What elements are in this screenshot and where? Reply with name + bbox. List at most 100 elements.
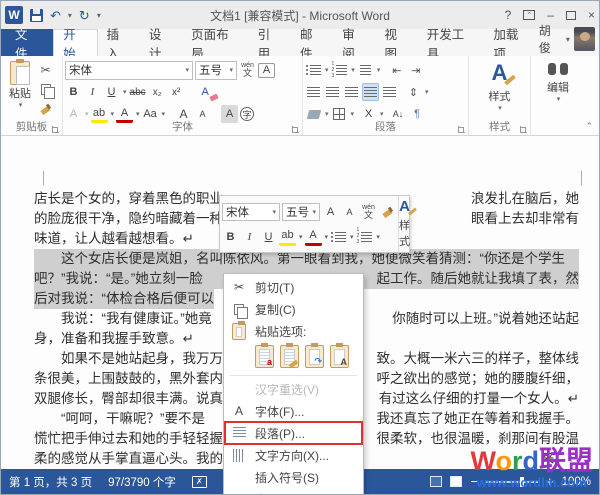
styles-button-label[interactable]: 样式 — [489, 88, 511, 104]
tab-addins[interactable]: 加载项 — [484, 29, 538, 56]
underline-button[interactable]: U — [103, 83, 120, 101]
increase-indent-button[interactable]: ⇥ — [407, 61, 424, 79]
menu-item-insert-symbol[interactable]: 插入符号(S) — [224, 466, 363, 488]
tab-insert[interactable]: 插入 — [98, 29, 140, 56]
paste-merge-formatting-button[interactable] — [280, 345, 299, 368]
font-name-combo[interactable]: 宋体▾ — [65, 61, 193, 80]
close-button[interactable]: × — [588, 9, 595, 21]
font-dialog-launcher-icon[interactable] — [292, 126, 299, 133]
cut-button[interactable]: ✂ — [37, 61, 54, 79]
undo-caret-icon[interactable]: ▾ — [68, 11, 72, 20]
mini-font-name-combo[interactable]: 宋体▾ — [222, 203, 280, 221]
tab-mailings[interactable]: 邮件 — [291, 29, 333, 56]
styles-gallery-icon[interactable]: A — [492, 62, 508, 84]
underline-caret-icon[interactable]: ▾ — [123, 88, 127, 96]
proofing-status-icon[interactable]: ✗ — [192, 476, 207, 488]
justify-button[interactable] — [362, 83, 379, 101]
align-left-button[interactable] — [305, 83, 322, 101]
cut-icon: ✂ — [230, 280, 248, 294]
copy-button[interactable] — [37, 80, 54, 98]
bullets-button[interactable] — [305, 61, 322, 79]
mini-bullets-button[interactable] — [330, 228, 347, 246]
paste-keep-source-button[interactable]: a — [255, 345, 274, 368]
qat-customize-icon[interactable]: ▾ — [97, 11, 101, 20]
tab-references[interactable]: 引用 — [249, 29, 291, 56]
menu-item-paragraph[interactable]: 段落(P)... — [224, 422, 363, 444]
mini-format-painter-button[interactable] — [379, 203, 396, 221]
print-layout-view-icon[interactable] — [450, 476, 462, 487]
tab-developer[interactable]: 开发工具 — [418, 29, 485, 56]
paragraph-group-label: 段落 — [303, 119, 468, 134]
minimize-button[interactable]: – — [547, 9, 554, 21]
mini-grow-font-button[interactable]: A — [322, 203, 339, 221]
menu-item-text-direction[interactable]: 文字方向(X)... — [224, 444, 363, 466]
styles-dialog-launcher-icon[interactable] — [520, 126, 527, 133]
pinyin-guide-button[interactable]: wén文 — [239, 61, 256, 79]
editing-caret-icon[interactable]: ▾ — [557, 95, 561, 103]
clipboard-dialog-launcher-icon[interactable] — [52, 126, 59, 133]
strikethrough-button[interactable]: abc — [129, 83, 147, 101]
multilevel-list-button[interactable] — [357, 61, 374, 79]
word-count[interactable]: 97/3790 个字 — [108, 474, 176, 490]
mini-font-color-button[interactable]: A — [305, 228, 322, 246]
paste-keep-text-only-button[interactable]: A — [330, 345, 349, 368]
decrease-indent-button[interactable]: ⇤ — [388, 61, 405, 79]
context-menu: ✂ 剪切(T) 复制(C) 粘贴选项: a ↷ A 汉字重选(V) A 字体(F… — [223, 273, 364, 495]
watermark-url: www.wordlm.com — [470, 476, 593, 489]
help-button[interactable]: ? — [505, 9, 512, 21]
tab-home[interactable]: 开始 — [53, 29, 97, 56]
mini-numbering-button[interactable]: 123 — [356, 228, 374, 246]
read-mode-view-icon[interactable] — [430, 476, 442, 487]
save-icon[interactable] — [30, 9, 43, 22]
restore-button[interactable] — [566, 11, 576, 20]
mini-font-size-combo[interactable]: 五号▾ — [282, 203, 320, 221]
font-size-combo[interactable]: 五号▾ — [195, 61, 237, 80]
clear-formatting-button[interactable]: A — [197, 83, 214, 101]
ribbon-display-options-icon[interactable]: ⌃ — [523, 10, 535, 20]
bold-button[interactable]: B — [65, 83, 82, 101]
menu-item-define[interactable]: 定义(D) — [224, 488, 363, 495]
superscript-button[interactable]: x² — [168, 83, 185, 101]
character-border-button[interactable]: A — [258, 63, 275, 78]
redo-button[interactable]: ↻ — [79, 9, 90, 22]
menu-item-cut[interactable]: ✂ 剪切(T) — [224, 276, 363, 298]
mini-pinyin-button[interactable]: wén文 — [360, 203, 377, 221]
subscript-button[interactable]: x₂ — [149, 83, 166, 101]
italic-button[interactable]: I — [84, 83, 101, 101]
distribute-button[interactable] — [381, 83, 398, 101]
styles-group: A 样式 ▾ 样式 — [469, 56, 531, 135]
tab-file[interactable]: 文件 — [1, 29, 53, 56]
numbering-button[interactable]: 123 — [331, 61, 349, 79]
mini-bold-button[interactable]: B — [222, 228, 239, 246]
page-indicator[interactable]: 第 1 页，共 3 页 — [9, 474, 92, 490]
tab-review[interactable]: 审阅 — [333, 29, 375, 56]
find-binoculars-icon[interactable] — [548, 63, 568, 75]
menu-item-copy[interactable]: 复制(C) — [224, 298, 363, 320]
mini-styles-button[interactable]: A 样式 — [398, 196, 410, 252]
paste-link-button[interactable]: ↷ — [305, 345, 324, 368]
mini-italic-button[interactable]: I — [241, 228, 258, 246]
menu-item-font[interactable]: A 字体(F)... — [224, 400, 363, 422]
styles-caret-icon[interactable]: ▾ — [498, 104, 502, 112]
paste-caret-icon[interactable]: ▾ — [19, 101, 23, 109]
line-spacing-button[interactable]: ⇕ — [405, 83, 422, 101]
user-menu-caret-icon[interactable]: ▾ — [566, 35, 570, 44]
mini-highlight-button[interactable]: ab — [279, 228, 296, 246]
tab-design[interactable]: 设计 — [140, 29, 182, 56]
word-logo-icon[interactable]: W — [5, 6, 23, 24]
tab-page-layout[interactable]: 页面布局 — [182, 29, 249, 56]
user-name[interactable]: 胡俊 — [539, 22, 562, 56]
format-painter-button[interactable] — [37, 99, 54, 117]
editing-button-label[interactable]: 编辑 — [547, 79, 569, 95]
paste-button[interactable]: 粘贴 ▾ — [3, 59, 37, 121]
mini-shrink-font-button[interactable]: A — [341, 203, 358, 221]
align-right-button[interactable] — [343, 83, 360, 101]
collapse-ribbon-icon[interactable]: ⌃ — [585, 121, 593, 132]
undo-button[interactable]: ↶ — [50, 9, 61, 22]
paragraph-dialog-icon — [230, 427, 248, 439]
mini-underline-button[interactable]: U — [260, 228, 277, 246]
tab-view[interactable]: 视图 — [376, 29, 418, 56]
align-center-button[interactable] — [324, 83, 341, 101]
user-avatar[interactable] — [574, 27, 595, 51]
paragraph-dialog-launcher-icon[interactable] — [458, 126, 465, 133]
